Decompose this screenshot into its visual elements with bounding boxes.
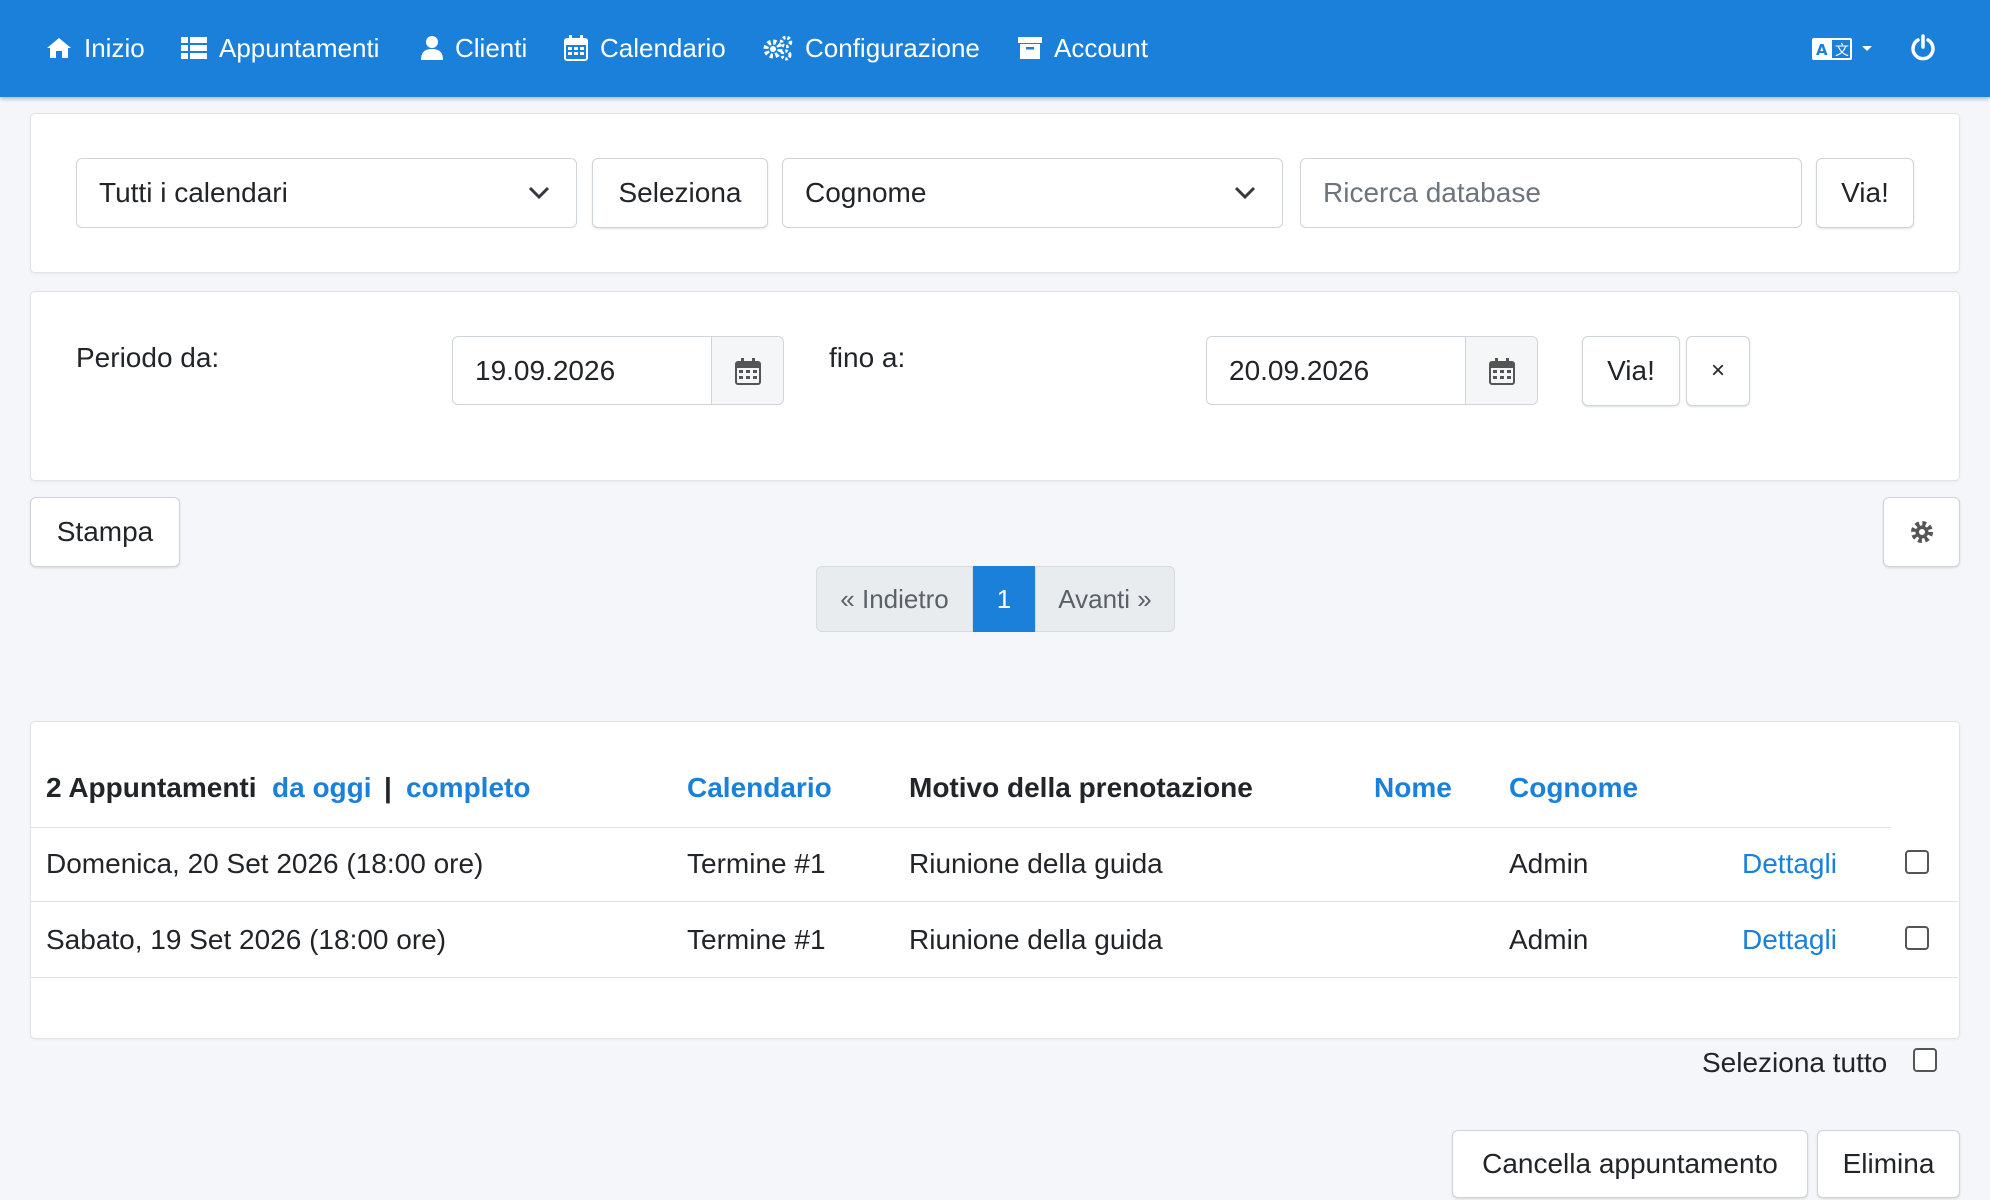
period-to-field[interactable]: 20.09.2026	[1206, 336, 1538, 405]
table-row-divider	[31, 901, 1958, 902]
logout-button[interactable]	[1910, 34, 1936, 67]
filter-from-today-link[interactable]: da oggi	[272, 772, 372, 804]
settings-button[interactable]	[1883, 497, 1960, 567]
svg-text:A: A	[1816, 41, 1828, 59]
row-last-name: Admin	[1509, 848, 1589, 879]
search-input-placeholder: Ricerca database	[1323, 177, 1541, 208]
nav-item-label: Account	[1054, 32, 1148, 63]
period-to-calendar-button[interactable]	[1465, 337, 1537, 404]
period-go-button[interactable]: Via!	[1582, 336, 1680, 406]
calendar-icon	[564, 35, 588, 61]
cogs-icon	[763, 35, 793, 61]
table-row-divider	[31, 977, 1958, 978]
row-select-checkbox[interactable]	[1905, 850, 1929, 874]
pagination-prev-label: « Indietro	[840, 583, 949, 614]
row-date: Sabato, 19 Set 2026 (18:00 ore)	[46, 924, 447, 955]
search-input[interactable]: Ricerca database	[1300, 158, 1802, 228]
nav-item-label: Appuntamenti	[219, 32, 380, 63]
row-details-link[interactable]: Dettagli	[1742, 848, 1837, 880]
home-icon	[47, 38, 71, 58]
svg-text:文: 文	[1835, 43, 1849, 59]
list-icon	[181, 37, 207, 59]
pagination-prev[interactable]: « Indietro	[816, 566, 973, 632]
column-header-first-name[interactable]: Nome	[1374, 772, 1452, 804]
calendar-select[interactable]: Tutti i calendari	[76, 158, 577, 228]
column-header-calendar[interactable]: Calendario	[687, 772, 832, 804]
column-header-reason: Motivo della prenotazione	[909, 772, 1253, 803]
row-details-link[interactable]: Dettagli	[1742, 924, 1837, 956]
appointments-count: 2 Appuntamenti	[46, 772, 257, 803]
nav-item-home[interactable]: Inizio	[46, 30, 145, 66]
language-dropdown[interactable]: A文	[1812, 38, 1874, 60]
row-select-checkbox[interactable]	[1905, 926, 1929, 950]
user-icon	[421, 36, 443, 60]
period-from-calendar-button[interactable]	[711, 337, 783, 404]
select-calendar-button[interactable]: Seleziona	[592, 158, 768, 228]
print-button[interactable]: Stampa	[30, 497, 180, 567]
search-field-select[interactable]: Cognome	[782, 158, 1283, 228]
delete-button-label: Elimina	[1842, 1148, 1935, 1179]
delete-button[interactable]: Elimina	[1817, 1130, 1960, 1198]
row-reason: Riunione della guida	[909, 848, 1163, 879]
filter-complete-link[interactable]: completo	[406, 772, 530, 804]
nav-item-label: Inizio	[84, 32, 145, 63]
row-calendar: Termine #1	[687, 848, 826, 879]
chevron-down-icon	[1234, 186, 1256, 200]
select-calendar-button-label: Seleziona	[618, 177, 742, 208]
top-navbar: Inizio Appuntamenti Clienti Calendario C…	[0, 0, 1990, 97]
nav-item-label: Clienti	[455, 32, 528, 63]
gear-icon	[1910, 521, 1933, 543]
nav-item-configuration[interactable]: Configurazione	[763, 30, 980, 66]
row-last-name: Admin	[1509, 924, 1589, 955]
row-calendar: Termine #1	[687, 924, 826, 955]
period-from-field[interactable]: 19.09.2026	[452, 336, 784, 405]
power-icon	[1911, 34, 1935, 61]
language-icon: A文	[1812, 38, 1852, 60]
pagination-next[interactable]: Avanti »	[1035, 566, 1175, 632]
nav-item-clients[interactable]: Clienti	[421, 30, 527, 66]
chevron-down-icon	[528, 186, 550, 200]
calendar-icon	[1488, 357, 1515, 385]
period-to-label: fino a:	[829, 342, 906, 373]
search-field-select-value: Cognome	[805, 177, 927, 208]
row-date: Domenica, 20 Set 2026 (18:00 ore)	[46, 848, 484, 879]
cancel-appointment-button-label: Cancella appuntamento	[1482, 1148, 1778, 1179]
calendar-icon	[734, 357, 761, 385]
cancel-appointment-button[interactable]: Cancella appuntamento	[1452, 1130, 1808, 1198]
period-from-label: Periodo da:	[76, 342, 220, 373]
nav-item-calendar[interactable]: Calendario	[564, 30, 726, 66]
select-all-label: Seleziona tutto	[1702, 1047, 1888, 1078]
select-all-checkbox[interactable]	[1913, 1048, 1937, 1072]
period-clear-button[interactable]: ×	[1686, 336, 1750, 406]
search-go-button-label: Via!	[1841, 177, 1889, 208]
search-go-button[interactable]: Via!	[1816, 158, 1914, 228]
period-go-button-label: Via!	[1607, 355, 1655, 386]
row-reason: Riunione della guida	[909, 924, 1163, 955]
period-to-value: 20.09.2026	[1229, 354, 1370, 386]
filter-separator: |	[384, 772, 392, 803]
nav-item-account[interactable]: Account	[1018, 30, 1148, 66]
appointments-table-card	[30, 721, 1960, 1039]
period-from-value: 19.09.2026	[475, 354, 616, 386]
nav-item-appointments[interactable]: Appuntamenti	[181, 30, 379, 66]
calendar-select-value: Tutti i calendari	[99, 177, 288, 208]
period-clear-button-label: ×	[1710, 357, 1725, 384]
pagination-page-1[interactable]: 1	[973, 566, 1035, 632]
pagination-next-label: Avanti »	[1058, 583, 1152, 614]
caret-down-icon	[1862, 46, 1872, 51]
pagination-current-label: 1	[996, 583, 1012, 614]
column-header-last-name[interactable]: Cognome	[1509, 772, 1638, 804]
nav-item-label: Calendario	[600, 32, 726, 63]
print-button-label: Stampa	[56, 516, 154, 547]
table-header-divider	[31, 827, 1891, 828]
pagination: « Indietro 1 Avanti »	[816, 566, 1175, 632]
nav-item-label: Configurazione	[805, 32, 980, 63]
archive-icon	[1018, 37, 1042, 59]
